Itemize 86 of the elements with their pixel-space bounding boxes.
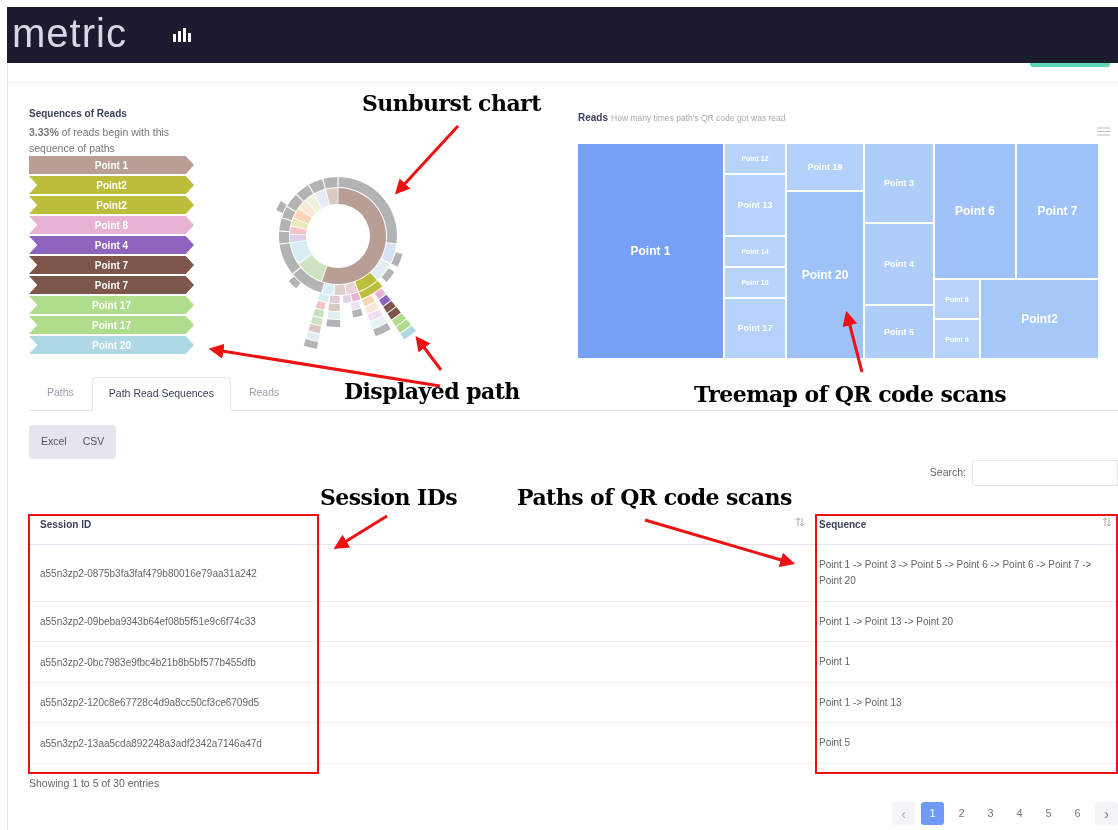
sunburst-segment [310, 316, 323, 326]
export-button[interactable]: Excel [33, 425, 75, 459]
sunburst-segment [296, 185, 314, 201]
table-cell-text: a55n3zp2-13aa5cda892248a3adf2342a7146a47d [39, 736, 263, 751]
arrow [333, 514, 388, 549]
header-label: Sequence [819, 518, 867, 532]
treemap-tile[interactable]: Point 5 [865, 306, 933, 358]
arrow [842, 310, 864, 373]
sunburst-segment [370, 316, 387, 329]
table-cell-text: a55n3zp2-120c8e67728c4d9a8cc50cf3ce6709d5 [39, 696, 261, 710]
page-button[interactable]: › [1095, 802, 1118, 825]
panel-title: Sequences of Reads [29, 107, 128, 121]
path-step: Point 17 [29, 296, 194, 314]
sunburst-segment [367, 309, 383, 322]
treemap-tile[interactable]: Point 19 [787, 144, 863, 190]
arrow [394, 125, 460, 195]
sunburst-segment [303, 339, 319, 350]
sunburst-segment [306, 331, 320, 342]
treemap-tile[interactable]: Point 3 [865, 144, 933, 222]
sort-icon[interactable] [795, 517, 805, 527]
path-step: Point 1 [29, 156, 194, 174]
page-button[interactable]: 5 [1037, 802, 1060, 825]
page-button[interactable]: 6 [1066, 802, 1089, 825]
table-cell-text: a55n3zp2-0bc7983e9fbc4b21b8b5bf577b455dfb [39, 655, 257, 670]
sunburst-segment [373, 323, 391, 337]
page-button[interactable]: ‹ [892, 802, 915, 825]
path-step: Point 20 [29, 336, 194, 354]
table-cell-text: Point 1 -> Point 3 -> Point 5 -> Point 6 -> Point 6 -> Point 7 -> Point 20 [818, 558, 1093, 588]
page-button[interactable]: 1 [921, 802, 944, 825]
treemap-tile[interactable]: Point 17 [725, 299, 785, 358]
summary-text: 3.33% of reads begin with this sequence of paths [29, 125, 171, 156]
treemap-tile[interactable]: Point 13 [725, 175, 785, 235]
sunburst-segment [315, 300, 326, 310]
treemap-tile[interactable]: Point 7 [1017, 144, 1098, 278]
table-cell-text: Point 5 [818, 736, 852, 750]
chart-title: Reads [578, 111, 608, 125]
search-field[interactable] [972, 460, 1118, 486]
button[interactable] [1030, 63, 1110, 67]
callout-label: Session IDs [320, 483, 458, 512]
callout-label: Treemap of QR code scans [694, 380, 1007, 409]
path-step: Point 17 [29, 316, 194, 334]
tab[interactable]: Paths [29, 376, 92, 410]
sunburst-segment [400, 325, 417, 340]
table-cell-text: Point 1 -> Point 13 -> Point 20 [818, 614, 954, 629]
search-label: Search: [929, 465, 966, 481]
treemap-tile[interactable]: Point2 [981, 280, 1098, 358]
tab[interactable]: Reads [230, 376, 298, 410]
page-button[interactable]: 4 [1008, 802, 1031, 825]
menu-icon[interactable] [1097, 127, 1110, 136]
column-header[interactable]: Sequence [813, 514, 1118, 544]
sunburst-segment [387, 307, 401, 320]
path-step: Point 7 [29, 256, 194, 274]
path-step: Point2 [29, 196, 194, 214]
sunburst-segment [364, 302, 379, 314]
page-button[interactable]: 3 [979, 802, 1002, 825]
table-cell-text: a55n3zp2-09beba9343b64ef08b5f51e9c6f74c33 [39, 615, 257, 629]
sunburst-segment [308, 323, 322, 334]
sort-icon[interactable] [1102, 517, 1112, 527]
path-step: Point 4 [29, 236, 194, 254]
treemap-tile[interactable]: Point 20 [787, 192, 863, 358]
column-header[interactable]: Session ID [29, 514, 813, 544]
sunburst-segment [282, 207, 296, 221]
table-cell-text: a55n3zp2-0875b3fa3faf479b80016e79aa31a242 [39, 566, 258, 581]
export-button[interactable]: CSV [74, 425, 113, 459]
treemap-tile[interactable]: Point 4 [865, 224, 933, 304]
sunburst-segment [352, 308, 363, 318]
sunburst-segment [391, 313, 406, 327]
chart-subtitle: How many times path's QR code got was read [611, 112, 786, 125]
page-button[interactable]: 2 [950, 802, 973, 825]
path-step: Point 8 [29, 216, 194, 234]
header-label: Session ID [40, 518, 92, 532]
table-info: Showing 1 to 5 of 30 entries [29, 776, 160, 792]
callout-label: Paths of QR code scans [517, 483, 792, 512]
treemap-tile[interactable]: Point 1 [578, 144, 723, 358]
path-step: Point 7 [29, 276, 194, 294]
path-step: Point2 [29, 176, 194, 194]
table-cell-text: Point 1 -> Point 13 [818, 695, 903, 710]
tab[interactable]: Path Read Sequences [91, 377, 231, 411]
sunburst-segment [313, 308, 324, 318]
callout-label: Displayed path [344, 377, 520, 406]
sunburst-segment [396, 319, 411, 333]
treemap-tile[interactable]: Point 6 [935, 144, 1015, 278]
bar-chart-icon [172, 28, 191, 42]
callout-label: Sunburst chart [362, 89, 541, 118]
logo: metric [12, 13, 127, 57]
table-cell-text: Point 1 [818, 655, 852, 669]
